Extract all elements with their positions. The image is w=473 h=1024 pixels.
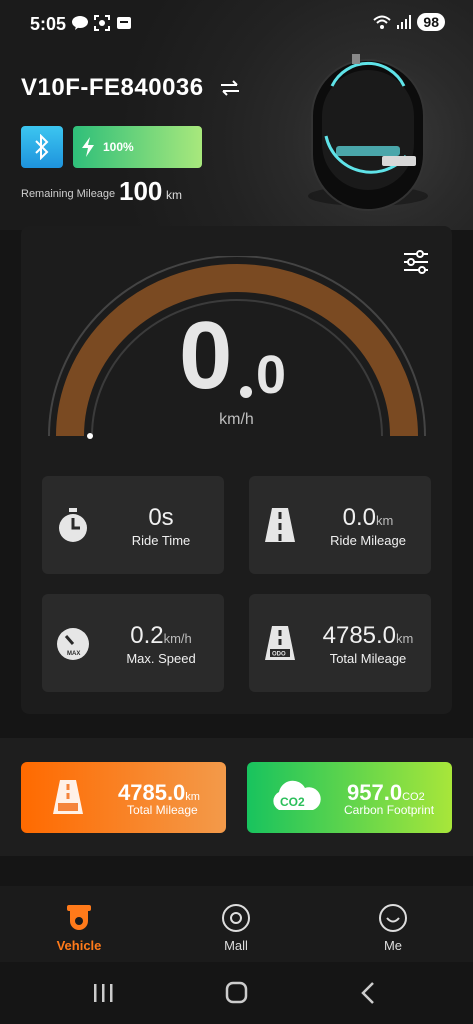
ride-mileage-value: 0.0km <box>342 504 394 531</box>
status-time: 5:05 <box>30 14 67 34</box>
max-speed-label: Max. Speed <box>126 651 196 666</box>
swap-device-icon[interactable] <box>219 77 241 99</box>
profile-smile-icon <box>379 904 407 932</box>
unicycle-image <box>308 54 428 211</box>
vehicle-icon <box>67 905 91 930</box>
odometer-road-icon <box>53 780 83 814</box>
ride-mileage-label: Ride Mileage <box>330 533 406 548</box>
total-mileage-banner[interactable]: 4785.0km Total Mileage <box>21 762 226 833</box>
speed-decimal-point <box>240 386 252 398</box>
max-speed-card: MAX 0.2km/h Max. Speed <box>42 594 224 692</box>
speed-decimal: 0 <box>256 345 287 405</box>
total-mileage-card: ODO 4785.0km Total Mileage <box>249 594 431 692</box>
battery-percentage: 100% <box>103 140 134 154</box>
status-right-icons: 98 <box>373 13 445 31</box>
svg-text:MAX: MAX <box>67 651 80 657</box>
stopwatch-icon <box>59 508 87 542</box>
recent-apps-icon[interactable] <box>88 980 118 1006</box>
tab-mall[interactable]: Mall <box>176 886 296 962</box>
banner-mileage-label: Total Mileage <box>127 803 198 817</box>
talk-icon <box>72 14 88 32</box>
device-name: V10F-FE840036 <box>21 74 204 101</box>
bottom-tab-bar: Vehicle Mall Me <box>0 886 473 962</box>
notification-icons <box>72 14 132 32</box>
wifi-icon <box>373 15 392 29</box>
remaining-mileage-label: Remaining Mileage <box>21 188 116 200</box>
bluetooth-icon <box>35 134 49 160</box>
ride-time-value: 0s <box>148 504 174 531</box>
speed-unit: km/h <box>219 411 254 428</box>
speed-integer: 0 <box>179 302 233 409</box>
tab-me[interactable]: Me <box>333 886 453 962</box>
mall-icon <box>222 904 250 932</box>
total-mileage-value: 4785.0km <box>322 622 414 649</box>
road-icon <box>265 508 295 542</box>
remaining-mileage-unit: km <box>166 188 182 202</box>
carbon-footprint-banner[interactable]: CO2 957.0CO2 Carbon Footprint <box>247 762 452 833</box>
co2-cloud-icon: CO2 <box>273 780 321 810</box>
battery-bar: 100% <box>73 126 202 168</box>
tab-vehicle-label: Vehicle <box>56 938 102 953</box>
bluetooth-button[interactable] <box>21 126 63 168</box>
banner-carbon-label: Carbon Footprint <box>344 803 435 817</box>
ride-mileage-card: 0.0km Ride Mileage <box>249 476 431 574</box>
odometer-road-icon: ODO <box>265 626 295 660</box>
screenshot-icon <box>94 14 110 32</box>
system-navigation-bar <box>0 962 473 1024</box>
remaining-mileage-value: 100 <box>119 176 163 206</box>
speedometer-icon: MAX <box>57 628 89 660</box>
back-icon[interactable] <box>354 980 384 1006</box>
tab-me-label: Me <box>383 938 403 953</box>
max-speed-value: 0.2km/h <box>130 622 192 649</box>
ride-time-label: Ride Time <box>131 533 191 548</box>
signal-icon <box>397 15 412 29</box>
home-icon[interactable] <box>221 980 251 1006</box>
lightning-icon <box>82 137 94 157</box>
message-icon <box>116 14 132 32</box>
gauge-needle-dot <box>87 433 93 439</box>
svg-text:ODO: ODO <box>272 652 286 658</box>
status-bar: 5:05 98 <box>0 0 473 48</box>
tab-vehicle[interactable]: Vehicle <box>19 886 139 962</box>
battery-level: 98 <box>417 13 445 31</box>
svg-text:CO2: CO2 <box>280 795 305 809</box>
tab-mall-label: Mall <box>224 938 248 953</box>
total-mileage-label: Total Mileage <box>329 651 407 666</box>
ride-time-card: 0s Ride Time <box>42 476 224 574</box>
